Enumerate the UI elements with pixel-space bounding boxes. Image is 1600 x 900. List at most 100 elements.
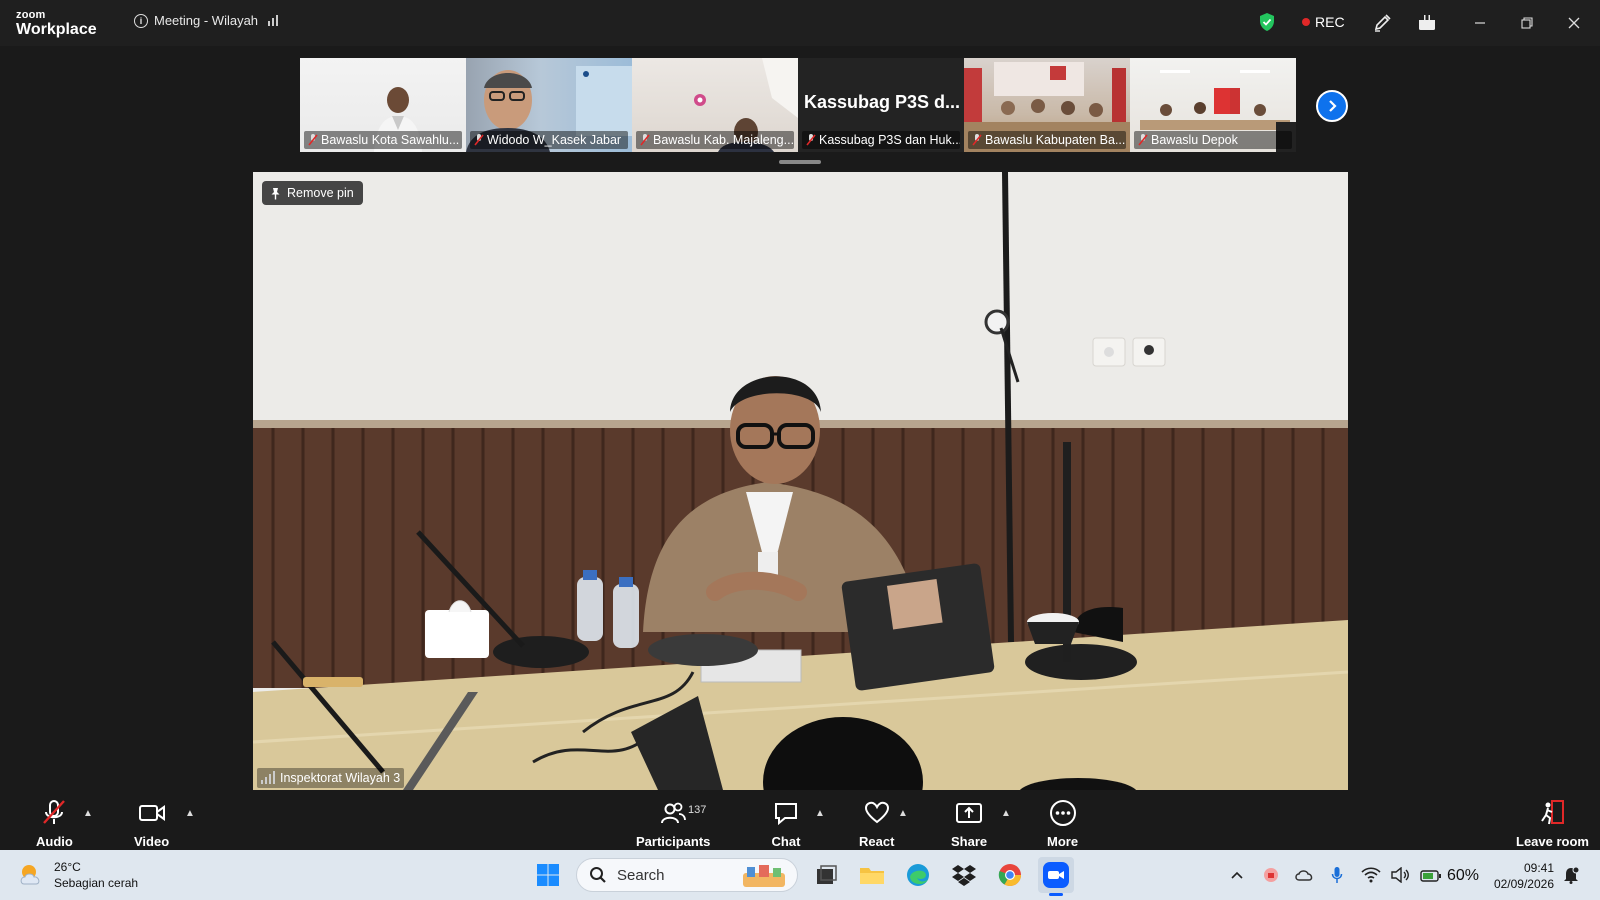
- chrome-browser-icon: [998, 864, 1021, 886]
- mic-muted-icon: [640, 134, 650, 146]
- meeting-info-button[interactable]: i Meeting - Wilayah: [134, 13, 279, 28]
- audio-label: Audio: [36, 834, 73, 849]
- volume-icon[interactable]: [1390, 867, 1410, 883]
- video-button[interactable]: Video: [134, 798, 169, 849]
- participants-label: Participants: [636, 834, 711, 849]
- thumbnail-name: Widodo W_Kasek Jabar: [487, 133, 622, 147]
- thumbnail-name: Bawaslu Kab. Majaleng...: [653, 133, 794, 147]
- security-tray-icon[interactable]: [1262, 866, 1280, 884]
- thumbnail-label: Bawaslu Depok: [1134, 131, 1292, 149]
- meeting-controls-toolbar: Audio ▲ Video ▲ Participants 137 Chat ▲ …: [0, 790, 1600, 850]
- search-highlight-illustration-icon: [743, 865, 785, 887]
- participant-thumbnail-strip: Bawaslu Kota Sawahlu... Widodo W_Kasek J…: [300, 58, 1296, 152]
- microphone-tray-icon[interactable]: [1331, 866, 1343, 884]
- video-options-caret-icon[interactable]: ▲: [185, 808, 195, 819]
- rec-label: REC: [1315, 14, 1345, 30]
- leave-door-icon: [1541, 800, 1565, 825]
- thumbnail-label: Kassubag P3S dan Huk...: [802, 131, 960, 149]
- logo-zoom-text: zoom: [16, 9, 46, 21]
- edge-browser-button[interactable]: [900, 857, 936, 893]
- restore-icon: [1521, 17, 1533, 29]
- view-gallery-icon[interactable]: [1416, 12, 1438, 34]
- battery-percent: 60%: [1447, 867, 1480, 884]
- file-explorer-button[interactable]: [854, 857, 890, 893]
- mic-muted-icon: [1138, 134, 1148, 146]
- dropbox-icon: [952, 865, 976, 886]
- meeting-title: Meeting - Wilayah: [154, 13, 259, 28]
- remove-pin-button[interactable]: Remove pin: [262, 181, 363, 205]
- more-dots-icon: [1049, 800, 1076, 826]
- active-speaker-label: Inspektorat Wilayah 3: [257, 768, 405, 788]
- show-hidden-icons-chevron-icon[interactable]: [1230, 870, 1244, 880]
- react-options-caret-icon[interactable]: ▲: [898, 808, 908, 819]
- more-button[interactable]: More: [1047, 798, 1078, 849]
- participants-icon: [661, 802, 687, 824]
- thumbnail-name: Kassubag P3S dan Huk...: [819, 133, 960, 147]
- audio-options-caret-icon[interactable]: ▲: [83, 808, 93, 819]
- thumbnail-label: Bawaslu Kabupaten Ba...: [968, 131, 1126, 149]
- os-taskbar: 26°C Sebagian cerah Search 60% 09:41 02/…: [0, 850, 1600, 900]
- onedrive-cloud-icon[interactable]: [1294, 868, 1314, 882]
- battery-charging-icon: [1420, 870, 1441, 882]
- more-label: More: [1047, 834, 1079, 849]
- chrome-browser-button[interactable]: [992, 857, 1028, 893]
- rec-dot-icon: [1302, 18, 1310, 26]
- encryption-shield-icon[interactable]: [1258, 12, 1276, 32]
- participant-thumbnail[interactable]: Widodo W_Kasek Jabar: [466, 58, 632, 152]
- mic-muted-icon: [308, 134, 318, 146]
- remove-pin-label: Remove pin: [287, 186, 354, 200]
- clock-time: 09:41: [1523, 861, 1554, 875]
- participant-thumbnail[interactable]: Bawaslu Kota Sawahlu...: [300, 58, 466, 152]
- dropbox-button[interactable]: [946, 857, 982, 893]
- main-video-feed: Remove pin Inspektorat Wilayah 3: [253, 172, 1348, 790]
- restore-button[interactable]: [1516, 12, 1538, 34]
- share-options-caret-icon[interactable]: ▲: [1001, 808, 1011, 819]
- chevron-right-icon: [1329, 100, 1337, 112]
- video-camera-icon: [138, 805, 165, 821]
- taskbar-search-box[interactable]: Search: [576, 858, 798, 892]
- thumbnail-display-name: Kassubag P3S d...: [804, 92, 961, 112]
- audio-button[interactable]: Audio: [36, 798, 73, 849]
- notification-bell-icon[interactable]: [1562, 866, 1580, 884]
- task-view-icon: [817, 865, 837, 884]
- taskbar-clock[interactable]: 09:41 02/09/2026: [1484, 860, 1554, 892]
- pin-icon: [271, 187, 280, 199]
- chat-label: Chat: [771, 834, 801, 849]
- participant-thumbnail[interactable]: Bawaslu Kab. Majaleng...: [632, 58, 798, 152]
- chat-button[interactable]: Chat: [771, 798, 801, 849]
- taskbar-pinned-apps: Search: [530, 857, 1074, 896]
- thumbnail-strip-scroll-handle[interactable]: [779, 160, 821, 164]
- heart-react-icon: [864, 801, 889, 824]
- close-icon: [1568, 17, 1580, 29]
- minimize-button[interactable]: [1469, 12, 1491, 34]
- recording-indicator[interactable]: REC: [1302, 14, 1345, 30]
- annotate-pen-icon[interactable]: [1371, 12, 1393, 34]
- video-label: Video: [134, 834, 170, 849]
- battery-indicator[interactable]: 60%: [1420, 867, 1479, 885]
- zoom-app-icon: [1043, 862, 1069, 888]
- start-button[interactable]: [530, 857, 566, 893]
- next-thumbnails-button[interactable]: [1316, 90, 1348, 122]
- weather-widget[interactable]: 26°C Sebagian cerah: [18, 859, 138, 891]
- app-logo: zoom Workplace: [16, 10, 97, 38]
- minimize-icon: [1475, 22, 1485, 24]
- windows-start-icon: [537, 864, 559, 886]
- task-view-button[interactable]: [808, 857, 844, 893]
- chat-options-caret-icon[interactable]: ▲: [815, 808, 825, 819]
- react-label: React: [859, 834, 895, 849]
- share-button[interactable]: Share: [951, 798, 987, 849]
- leave-room-label: Leave room: [1516, 834, 1589, 849]
- speaker-signal-icon: [261, 770, 275, 784]
- zoom-app-button[interactable]: [1038, 857, 1074, 896]
- react-button[interactable]: React: [859, 798, 894, 849]
- close-button[interactable]: [1563, 12, 1585, 34]
- participant-thumbnail[interactable]: Bawaslu Kabupaten Ba...: [964, 58, 1130, 152]
- info-icon: i: [134, 13, 148, 28]
- leave-room-button[interactable]: Leave room: [1516, 798, 1589, 849]
- clock-date: 02/09/2026: [1493, 877, 1554, 891]
- participant-thumbnail[interactable]: Bawaslu Depok: [1130, 58, 1296, 152]
- weather-description: Sebagian cerah: [54, 876, 139, 890]
- thumbnail-label: Widodo W_Kasek Jabar: [470, 131, 628, 149]
- wifi-icon[interactable]: [1361, 867, 1381, 883]
- participant-thumbnail[interactable]: Kassubag P3S d... Kassubag P3S dan Huk..…: [798, 58, 964, 152]
